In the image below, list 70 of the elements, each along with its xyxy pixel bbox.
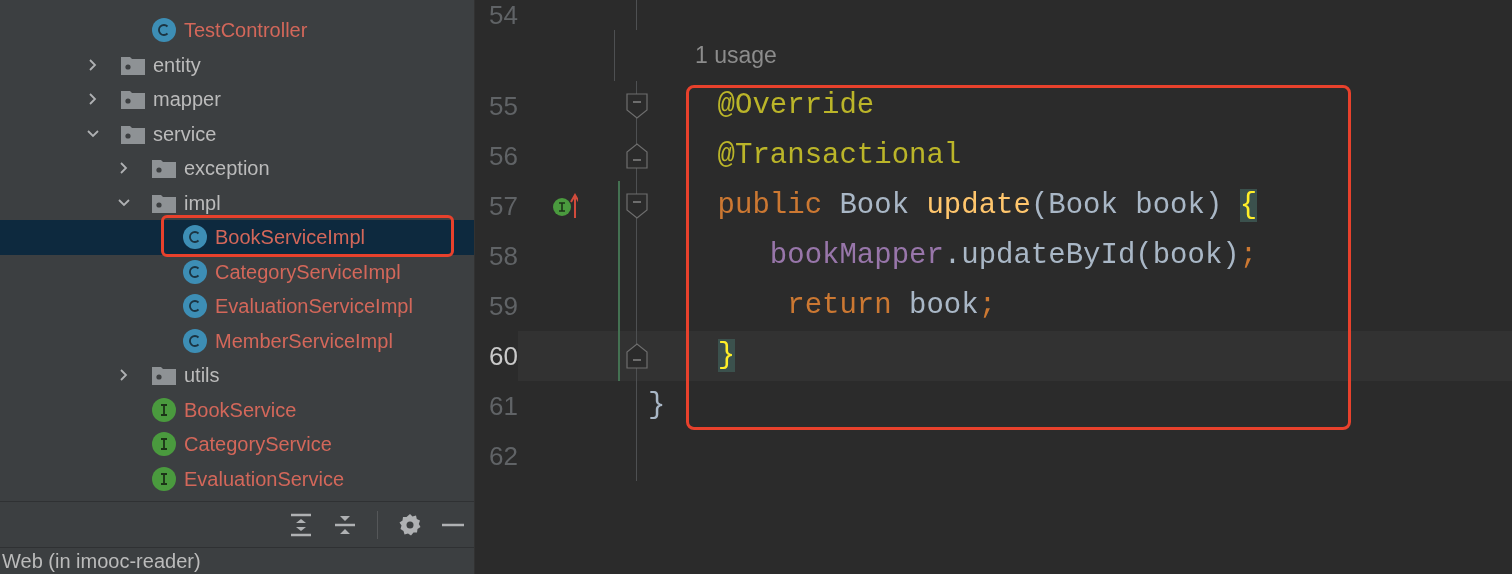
line-number: 57 xyxy=(488,191,518,221)
tree-item-label: MemberServiceImpl xyxy=(215,328,393,354)
change-marker[interactable] xyxy=(618,281,620,331)
line-number: 62 xyxy=(488,441,518,471)
line-number: 56 xyxy=(488,141,518,171)
line-number: 61 xyxy=(488,391,518,421)
implementation-marker-icon[interactable] xyxy=(551,193,578,219)
change-marker[interactable] xyxy=(618,181,620,231)
tree-item[interactable]: BookServiceImpl xyxy=(0,220,474,255)
folder-icon xyxy=(152,365,176,386)
tree-item-label: TestController xyxy=(184,18,308,44)
tree-item[interactable]: EvaluationServiceImpl xyxy=(0,289,474,324)
folder-icon xyxy=(121,89,145,110)
folder-icon xyxy=(121,54,145,75)
tree-item-label: exception xyxy=(184,156,270,182)
code-line: bookMapper.updateById(book); xyxy=(768,238,1258,274)
tree-item[interactable]: exception xyxy=(0,151,474,186)
tree-item-label: BookService xyxy=(184,397,297,423)
folder-icon xyxy=(121,123,145,144)
folder-icon xyxy=(152,192,176,213)
tree-item-label: CategoryService xyxy=(184,432,332,458)
line-number: 59 xyxy=(488,291,518,321)
settings-icon[interactable] xyxy=(398,512,422,537)
tree-item-label: CategoryServiceImpl xyxy=(215,259,401,285)
interface-icon xyxy=(152,397,176,422)
class-icon xyxy=(183,225,207,250)
class-icon xyxy=(183,259,207,284)
interface-icon xyxy=(152,466,176,491)
tree-item-label: utils xyxy=(184,363,220,389)
fold-marker-icon[interactable] xyxy=(626,343,648,369)
tree-item[interactable]: EvaluationService xyxy=(0,461,474,496)
line-number: 60 xyxy=(488,341,518,371)
interface-icon xyxy=(152,432,176,457)
tree-item[interactable]: CategoryService xyxy=(0,427,474,462)
tree-item[interactable]: impl xyxy=(0,185,474,220)
change-marker[interactable] xyxy=(618,231,620,281)
usage-hint[interactable]: 1 usage xyxy=(695,38,777,73)
code-line: return book; xyxy=(786,288,997,324)
folder-icon xyxy=(152,158,176,179)
tree-item[interactable]: BookService xyxy=(0,392,474,427)
class-icon xyxy=(183,328,207,353)
panel-title[interactable]: Web (in imooc-reader) xyxy=(2,548,201,574)
tree-item[interactable]: MemberServiceImpl xyxy=(0,323,474,358)
expand-all-icon[interactable] xyxy=(289,512,313,537)
code-line: public Book update(Book book) { xyxy=(716,188,1258,224)
tree-item[interactable]: utils xyxy=(0,358,474,393)
line-number: 54 xyxy=(488,0,518,30)
tree-item[interactable]: mapper xyxy=(0,82,474,117)
code-line: @Override xyxy=(716,88,875,124)
fold-marker-icon[interactable] xyxy=(626,193,648,219)
tree-item-label: mapper xyxy=(153,87,221,113)
line-number: 55 xyxy=(488,91,518,121)
tree-item-label: entity xyxy=(153,52,201,78)
tree-item-label: service xyxy=(153,121,217,147)
tree-item-label: impl xyxy=(184,190,221,216)
code-line: } xyxy=(648,388,666,424)
class-icon xyxy=(152,18,176,43)
code-line: @Transactional xyxy=(716,138,962,174)
tree-item[interactable]: service xyxy=(0,116,474,151)
tree-item-label: EvaluationServiceImpl xyxy=(215,294,413,320)
tree-item[interactable]: TestController xyxy=(0,13,474,48)
tree-item-label: EvaluationService xyxy=(184,466,345,492)
tree-item-label: BookServiceImpl xyxy=(215,225,366,251)
change-marker[interactable] xyxy=(618,331,620,381)
line-number: 58 xyxy=(488,241,518,271)
fold-marker-icon[interactable] xyxy=(626,143,648,169)
tree-item[interactable]: CategoryServiceImpl xyxy=(0,254,474,289)
fold-marker-icon[interactable] xyxy=(626,93,648,119)
class-icon xyxy=(183,294,207,319)
tree-item[interactable]: entity xyxy=(0,47,474,82)
